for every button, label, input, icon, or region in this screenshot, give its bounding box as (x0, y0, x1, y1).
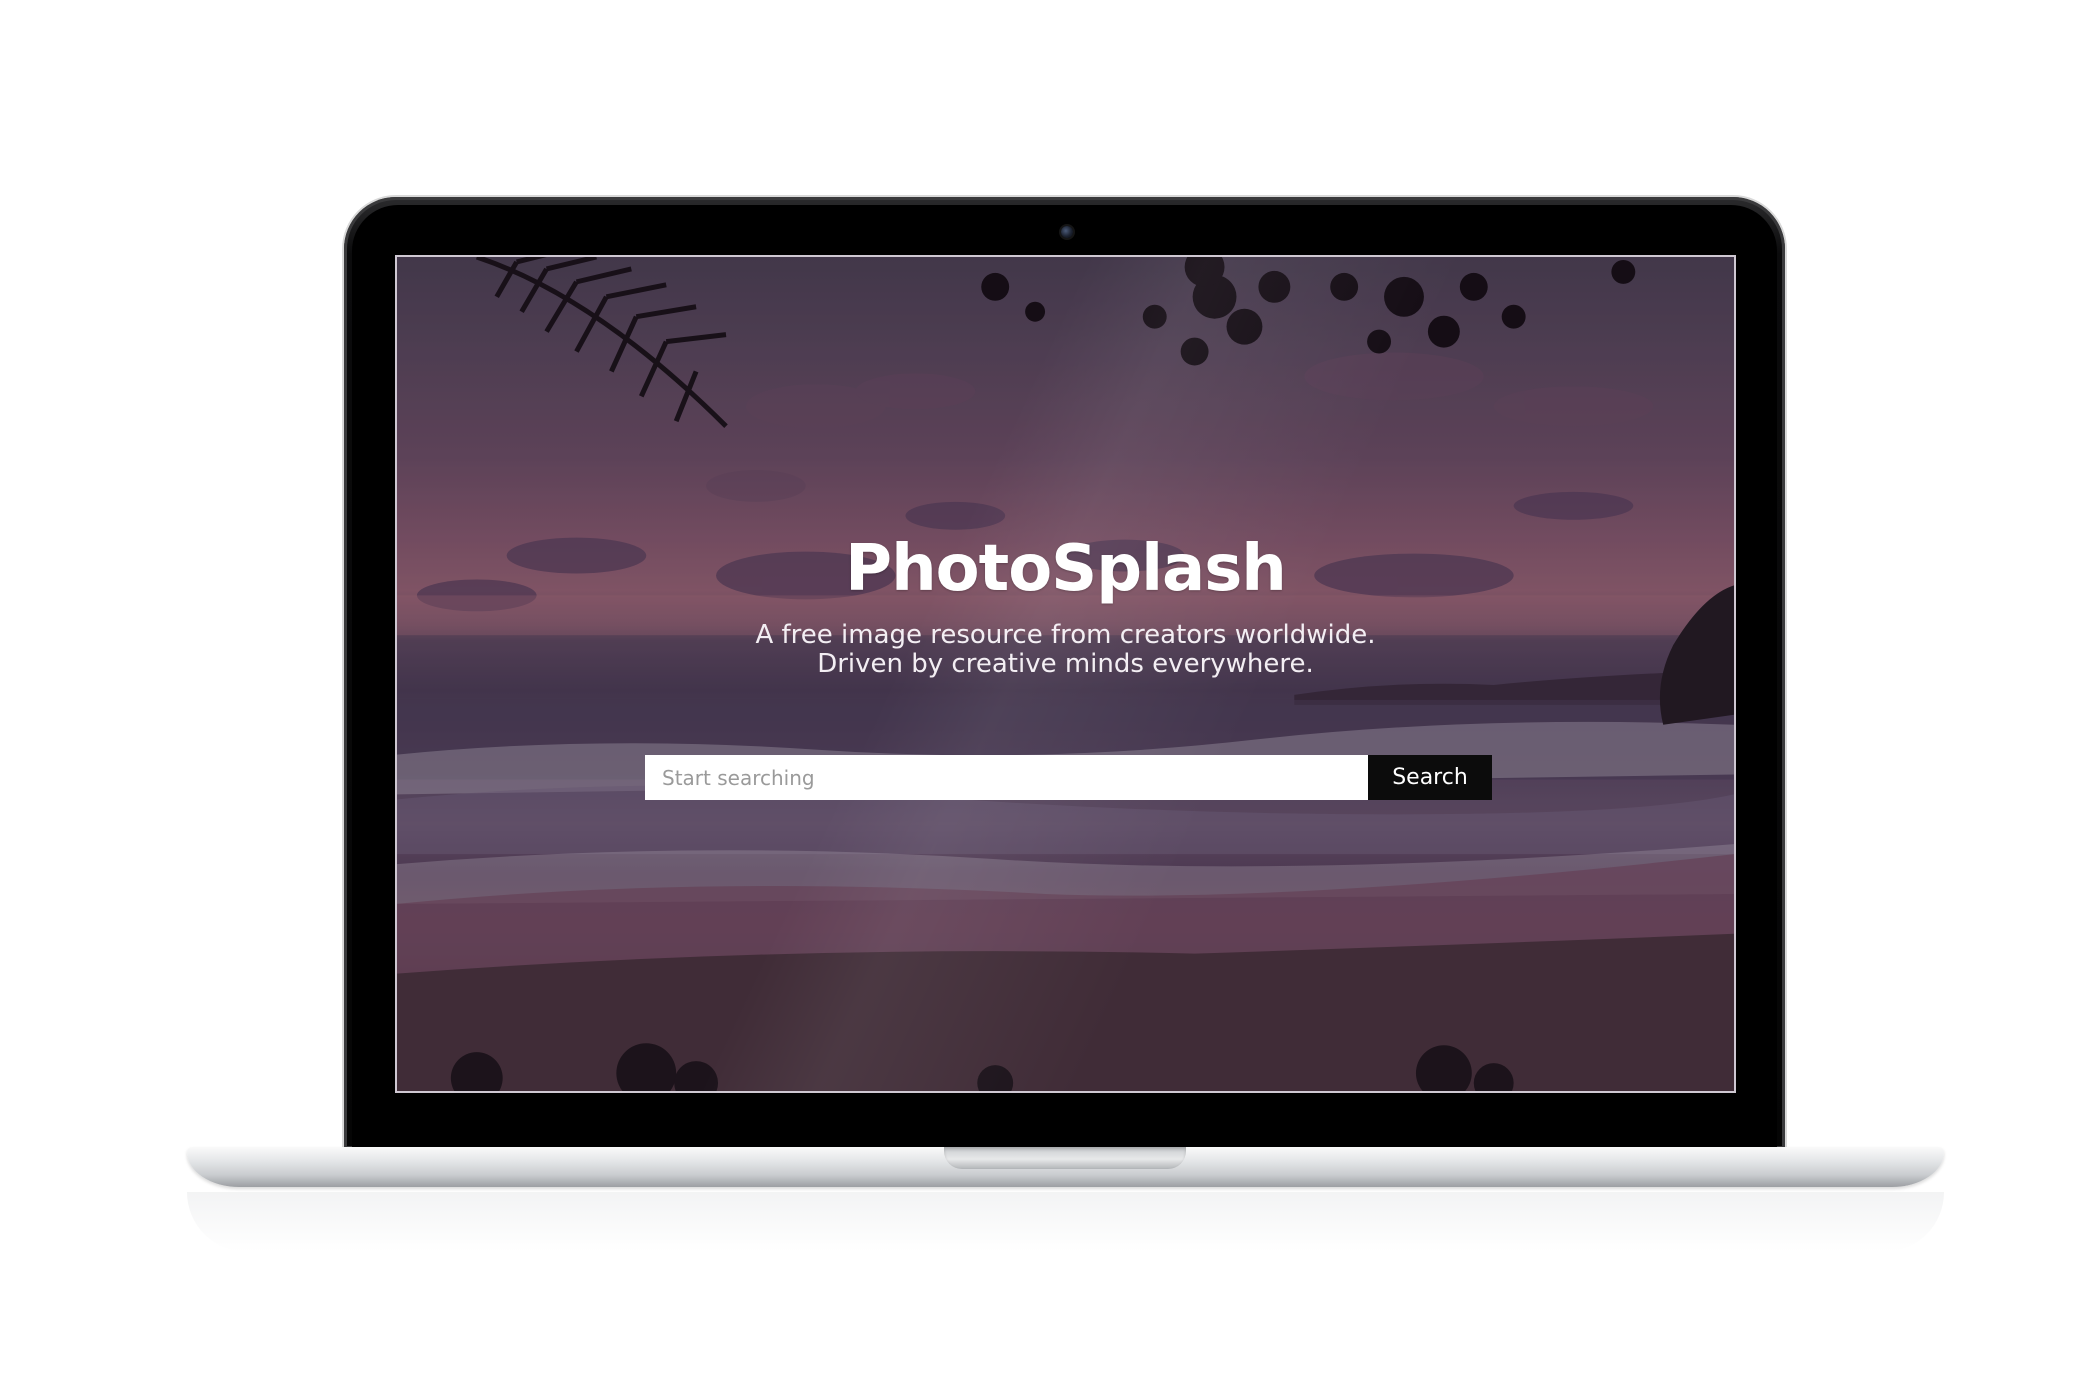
tagline-line-2: Driven by creative minds everywhere. (817, 649, 1314, 679)
base-reflection (187, 1192, 1944, 1252)
search-form: Search (645, 755, 1492, 800)
site-tagline: A free image resource from creators worl… (397, 621, 1734, 679)
lid-opening-notch (944, 1147, 1186, 1169)
search-button[interactable]: Search (1368, 755, 1492, 800)
tagline-line-1: A free image resource from creators worl… (755, 620, 1376, 650)
site-title: PhotoSplash (845, 532, 1287, 606)
hero-section: PhotoSplash A free image resource from c… (397, 529, 1734, 679)
search-input[interactable] (645, 755, 1368, 800)
browser-viewport: PhotoSplash A free image resource from c… (395, 255, 1736, 1093)
webcam-icon (1061, 226, 1073, 238)
laptop-mockup: PhotoSplash A free image resource from c… (0, 0, 2100, 1400)
